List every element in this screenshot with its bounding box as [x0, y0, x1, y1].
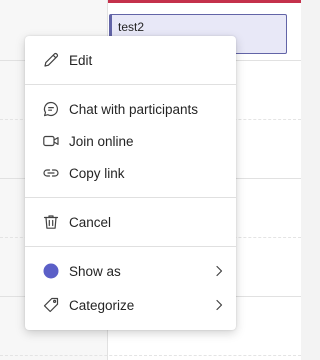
- menu-separator: [25, 246, 236, 247]
- edit-icon: [42, 51, 60, 69]
- chevron-right-icon: [214, 264, 224, 278]
- video-camera-icon: [42, 132, 60, 150]
- menu-item-copy-link[interactable]: Copy link: [25, 158, 236, 188]
- menu-item-label: Chat with participants: [69, 101, 199, 117]
- current-time-line: [108, 0, 301, 3]
- status-dot-icon: [42, 262, 60, 280]
- context-menu: Edit Chat with participants Join online: [25, 36, 236, 330]
- menu-item-label: Categorize: [69, 297, 135, 313]
- menu-item-label: Copy link: [69, 165, 125, 181]
- menu-item-label: Show as: [69, 263, 121, 279]
- menu-item-cancel[interactable]: Cancel: [25, 207, 236, 237]
- link-icon: [42, 164, 60, 182]
- menu-item-categorize[interactable]: Categorize: [25, 290, 236, 320]
- menu-item-show-as[interactable]: Show as: [25, 256, 236, 286]
- event-title: test2: [118, 20, 145, 34]
- menu-separator: [25, 197, 236, 198]
- chat-icon: [42, 100, 60, 118]
- menu-item-edit[interactable]: Edit: [25, 45, 236, 75]
- menu-item-chat-with-participants[interactable]: Chat with participants: [25, 94, 236, 124]
- menu-item-join-online[interactable]: Join online: [25, 126, 236, 156]
- tag-icon: [42, 296, 60, 314]
- menu-separator: [25, 84, 236, 85]
- half-hour-line: [0, 355, 301, 356]
- menu-item-label: Edit: [69, 52, 93, 68]
- chevron-right-icon: [214, 298, 224, 312]
- menu-item-label: Join online: [69, 133, 134, 149]
- trash-icon: [42, 213, 60, 231]
- menu-item-label: Cancel: [69, 214, 112, 230]
